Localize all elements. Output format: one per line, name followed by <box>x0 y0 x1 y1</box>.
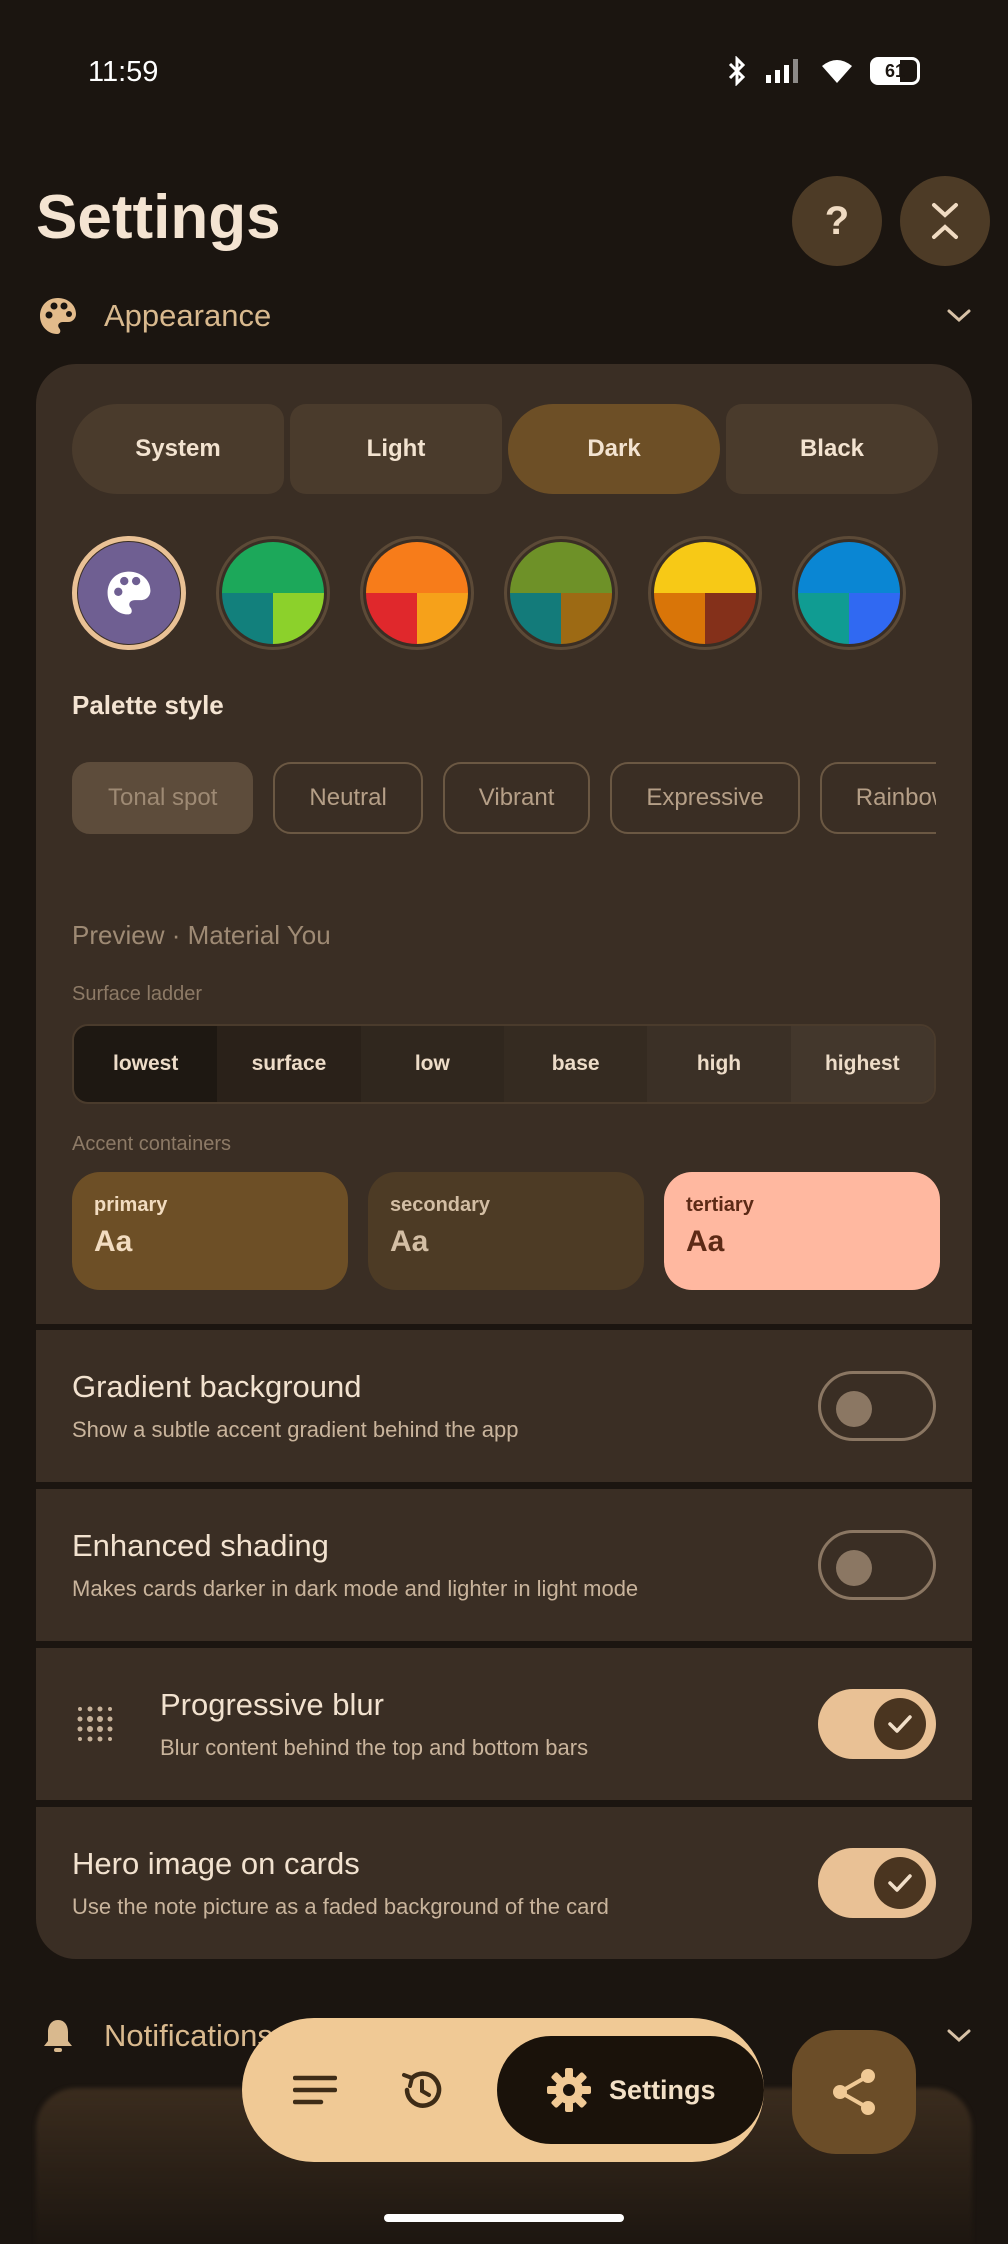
swatch-dynamic[interactable] <box>72 536 186 650</box>
ladder-low: low <box>360 1026 504 1102</box>
swatch-yellow[interactable] <box>648 536 762 650</box>
progressive-blur-toggle[interactable] <box>818 1689 936 1759</box>
check-icon <box>888 1715 912 1733</box>
enhanced-shading-toggle[interactable] <box>818 1530 936 1600</box>
row-subtitle: Makes cards darker in dark mode and ligh… <box>72 1576 639 1601</box>
accent-containers-label: Accent containers <box>72 1133 231 1155</box>
swatch-blue[interactable] <box>792 536 906 650</box>
gradient-background-toggle[interactable] <box>818 1371 936 1441</box>
accent-secondary-sample: Aa <box>390 1225 429 1258</box>
home-indicator[interactable] <box>384 2214 624 2222</box>
status-bar: 11:59 61 <box>0 0 1008 150</box>
settings-nav-button[interactable]: Settings <box>496 2036 764 2144</box>
preview-label: Preview · Material You <box>72 920 331 950</box>
accent-primary-name: primary <box>94 1194 168 1216</box>
row-subtitle: Use the note picture as a faded backgrou… <box>72 1894 609 1919</box>
row-subtitle: Blur content behind the top and bottom b… <box>160 1735 589 1760</box>
history-icon <box>401 2071 442 2108</box>
chip-neutral[interactable]: Neutral <box>273 762 423 834</box>
swatch-green[interactable] <box>216 536 330 650</box>
chevron-down-icon <box>947 2029 971 2043</box>
page-title: Settings <box>36 183 281 252</box>
hero-image-toggle[interactable] <box>818 1848 936 1918</box>
chip-vibrant[interactable]: Vibrant <box>442 762 591 834</box>
swatch-orange[interactable] <box>360 536 474 650</box>
help-button[interactable]: ? <box>792 176 882 266</box>
row-title: Progressive blur <box>160 1687 384 1722</box>
palette-style-label: Palette style <box>72 690 224 720</box>
chevron-down-icon <box>947 309 971 323</box>
accent-secondary-name: secondary <box>390 1194 491 1216</box>
list-icon <box>292 2075 337 2105</box>
row-subtitle: Show a subtle accent gradient behind the… <box>72 1417 519 1442</box>
color-swatches <box>72 536 906 650</box>
status-icons: 61 <box>726 56 920 86</box>
ladder-high: high <box>647 1026 791 1102</box>
accent-tertiary-name: tertiary <box>686 1194 754 1216</box>
palette-icon <box>107 571 151 615</box>
hero-image-row[interactable]: Hero image on cards Use the note picture… <box>36 1807 972 1959</box>
accent-secondary: secondary Aa <box>368 1172 644 1290</box>
share-button[interactable] <box>792 2030 916 2154</box>
accent-containers: primary Aa secondary Aa tertiary Aa <box>72 1172 940 1290</box>
history-button[interactable] <box>387 2055 456 2125</box>
accent-primary: primary Aa <box>72 1172 348 1290</box>
appearance-section-header[interactable]: Appearance <box>36 286 972 346</box>
accent-tertiary: tertiary Aa <box>664 1172 940 1290</box>
row-title: Gradient background <box>72 1369 362 1404</box>
notifications-label: Notifications <box>104 2018 273 2053</box>
swatch-olive[interactable] <box>504 536 618 650</box>
theme-mode-segmented: System Light Dark Black <box>72 404 938 494</box>
collapse-all-button[interactable] <box>900 176 990 266</box>
row-title: Hero image on cards <box>72 1846 360 1881</box>
progressive-blur-row[interactable]: Progressive blur Blur content behind the… <box>36 1648 972 1800</box>
appearance-card: System Light Dark Black Palette style To… <box>36 364 972 1324</box>
ladder-lowest: lowest <box>74 1026 218 1102</box>
chip-tonal-spot[interactable]: Tonal spot <box>72 762 254 834</box>
blur-dots-icon <box>77 1706 113 1742</box>
palette-icon <box>36 294 80 338</box>
wifi-icon <box>822 60 852 83</box>
settings-nav-label: Settings <box>609 2074 716 2105</box>
theme-mode-dark[interactable]: Dark <box>508 404 720 494</box>
palette-style-chips: Tonal spot Neutral Vibrant Expressive Ra… <box>72 762 936 834</box>
enhanced-shading-row[interactable]: Enhanced shading Makes cards darker in d… <box>36 1489 972 1641</box>
accent-tertiary-sample: Aa <box>686 1225 725 1258</box>
bluetooth-icon <box>728 56 746 86</box>
battery-level: 61 <box>884 60 906 81</box>
surface-ladder-label: Surface ladder <box>72 983 203 1005</box>
ladder-base: base <box>503 1026 648 1102</box>
ladder-highest: highest <box>790 1026 934 1102</box>
check-icon <box>888 1874 912 1892</box>
theme-mode-light[interactable]: Light <box>290 404 502 494</box>
bell-icon <box>36 2014 80 2058</box>
gradient-background-row[interactable]: Gradient background Show a subtle accent… <box>36 1330 972 1482</box>
ladder-surface: surface <box>217 1026 361 1102</box>
status-time: 11:59 <box>88 56 159 88</box>
chip-rainbow[interactable]: Rainbow <box>819 762 936 834</box>
theme-mode-system[interactable]: System <box>72 404 284 494</box>
collapse-icon <box>932 203 958 239</box>
accent-primary-sample: Aa <box>94 1225 133 1258</box>
chip-expressive[interactable]: Expressive <box>610 762 800 834</box>
row-title: Enhanced shading <box>72 1528 329 1563</box>
gear-icon <box>547 2068 592 2112</box>
surface-ladder: lowest surface low base high highest <box>72 1024 936 1104</box>
appearance-label: Appearance <box>104 298 272 333</box>
notes-list-button[interactable] <box>280 2055 349 2125</box>
battery-icon: 61 <box>870 57 920 85</box>
bottom-nav: Settings <box>242 2018 764 2162</box>
theme-mode-black[interactable]: Black <box>726 404 938 494</box>
signal-icon <box>766 59 798 83</box>
share-icon <box>833 2069 875 2115</box>
help-icon: ? <box>824 198 850 243</box>
